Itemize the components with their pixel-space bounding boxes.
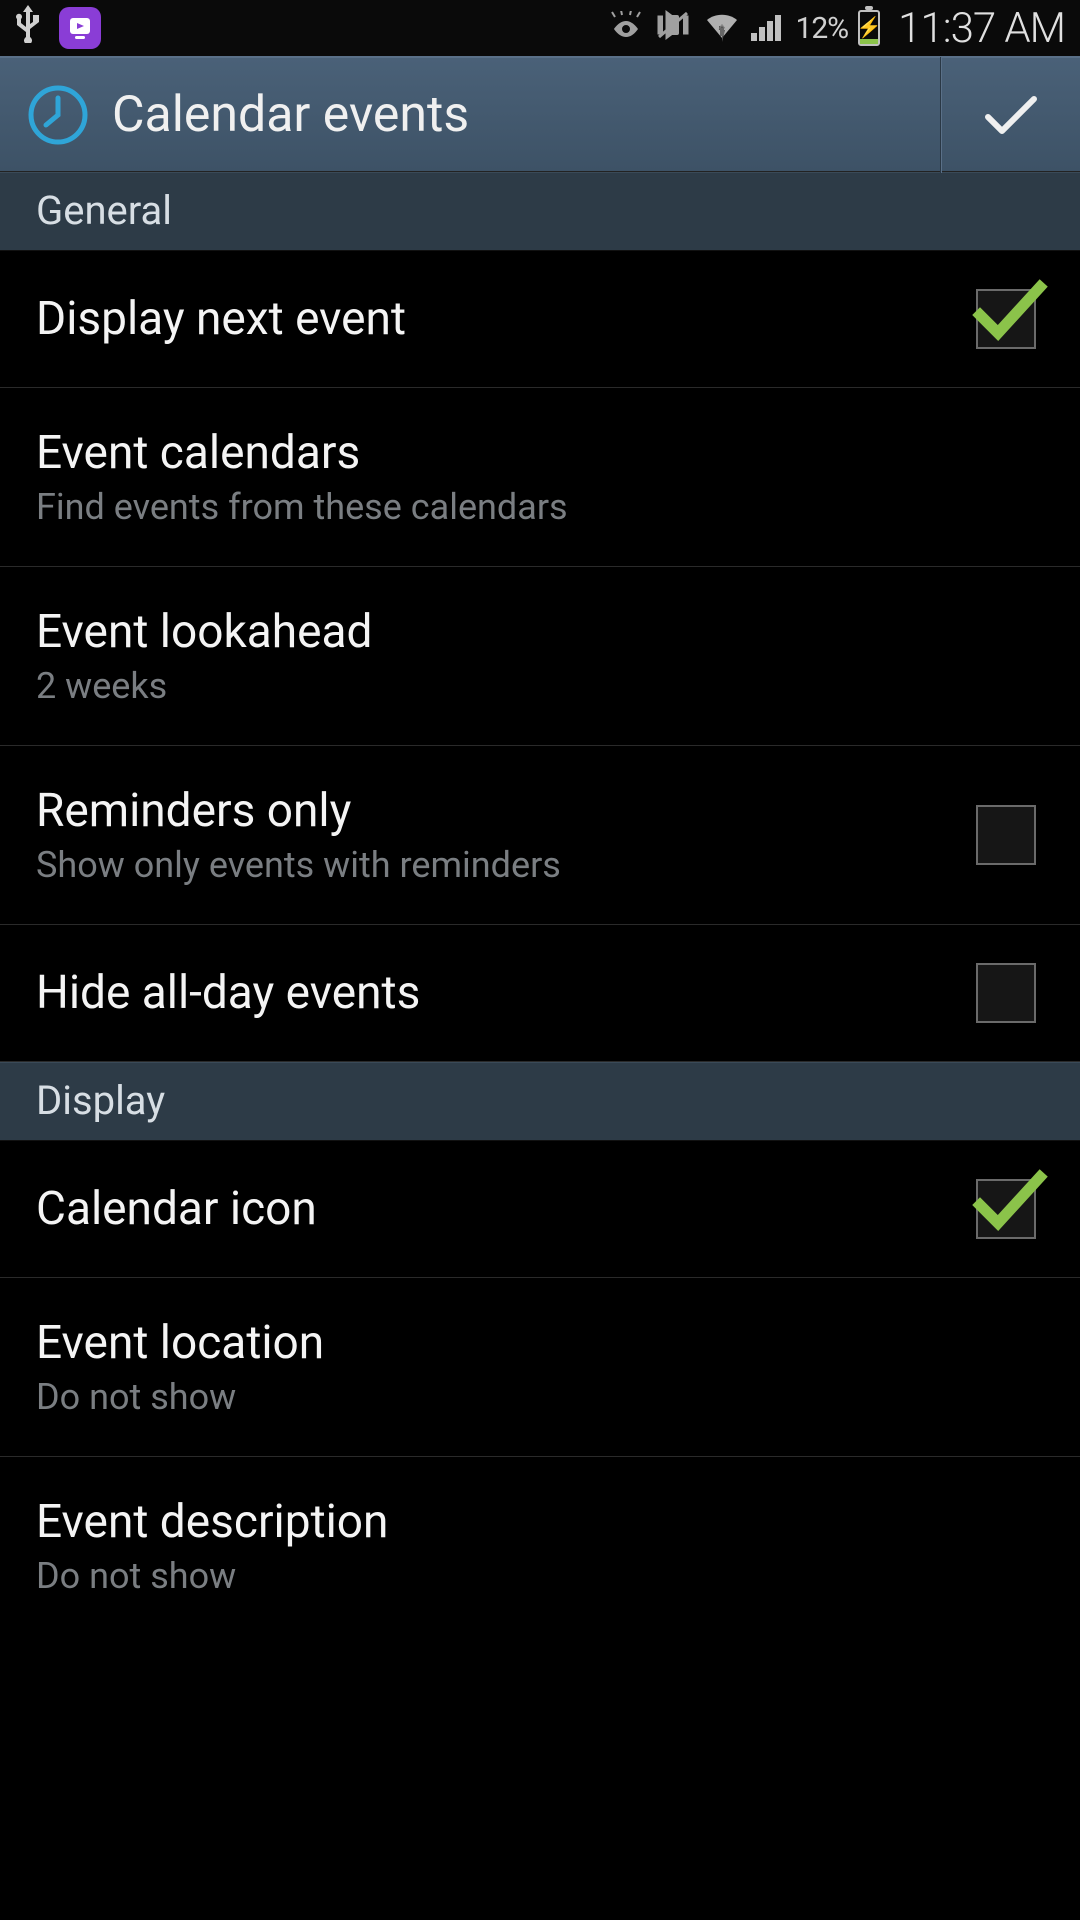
checkbox-display-next-event[interactable] [976,289,1036,349]
smart-stay-icon [609,11,643,46]
item-event-location[interactable]: Event location Do not show [0,1278,1080,1457]
section-header-general: General [0,172,1080,251]
vibrate-mute-icon [653,9,693,48]
checkbox-hide-all-day[interactable] [976,963,1036,1023]
clock-icon [26,83,90,147]
status-clock: 11:37 AM [898,4,1065,53]
item-subtitle: Do not show [36,1376,1044,1418]
item-hide-all-day-events[interactable]: Hide all-day events [0,925,1080,1062]
item-event-calendars[interactable]: Event calendars Find events from these c… [0,388,1080,567]
signal-icon [751,11,785,45]
item-title: Event description [36,1495,1044,1549]
item-title: Display next event [36,292,976,346]
item-title: Event lookahead [36,605,1044,659]
item-reminders-only[interactable]: Reminders only Show only events with rem… [0,746,1080,925]
item-event-description[interactable]: Event description Do not show [0,1457,1080,1635]
item-subtitle: Show only events with reminders [36,844,976,886]
item-subtitle: Do not show [36,1555,1044,1597]
item-title: Event location [36,1316,1044,1370]
usb-icon [15,5,41,51]
item-subtitle: 2 weeks [36,665,1044,707]
item-display-next-event[interactable]: Display next event [0,251,1080,388]
item-title: Hide all-day events [36,966,976,1020]
checkbox-reminders-only[interactable] [976,805,1036,865]
battery-charging-icon: ⚡ [858,10,880,46]
item-title: Calendar icon [36,1182,976,1236]
section-header-display: Display [0,1062,1080,1141]
item-title: Event calendars [36,426,1044,480]
status-bar: 12% ⚡ 11:37 AM [0,0,1080,56]
item-title: Reminders only [36,784,976,838]
item-subtitle: Find events from these calendars [36,486,1044,528]
page-title: Calendar events [112,86,940,144]
action-bar: Calendar events [0,56,1080,172]
checkbox-calendar-icon[interactable] [976,1179,1036,1239]
battery-percentage: 12% [795,11,848,46]
wifi-icon [703,10,741,46]
item-event-lookahead[interactable]: Event lookahead 2 weeks [0,567,1080,746]
media-app-icon [59,7,101,49]
item-calendar-icon[interactable]: Calendar icon [0,1141,1080,1278]
confirm-button[interactable] [940,57,1080,173]
